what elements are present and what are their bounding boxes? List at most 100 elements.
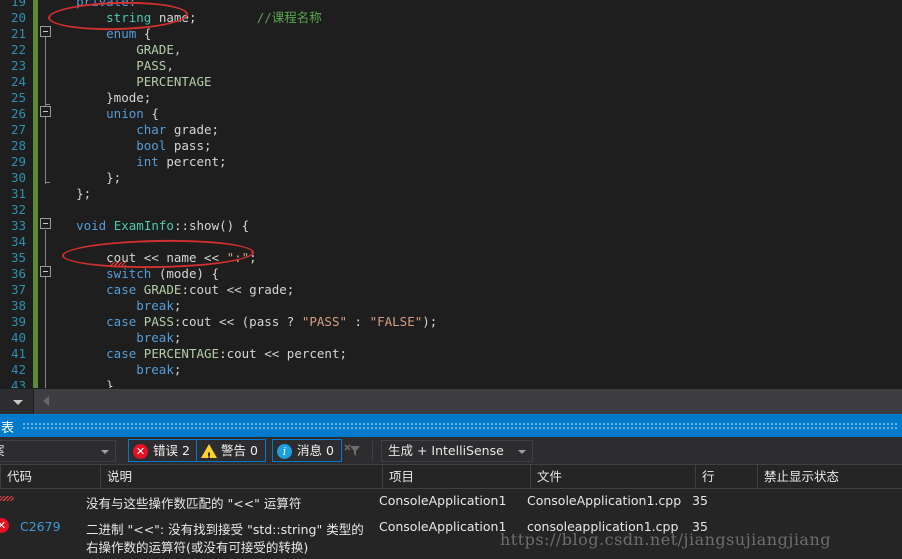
- column-header-file[interactable]: 文件: [530, 465, 695, 488]
- code-token: break: [136, 330, 174, 345]
- scrollbar-dropdown-button[interactable]: [0, 389, 34, 414]
- code-line[interactable]: 26 union {: [0, 106, 902, 122]
- code-token: }mode;: [106, 90, 152, 105]
- code-line-text: break;: [136, 330, 181, 346]
- code-line[interactable]: 24 PERCENTAGE: [0, 74, 902, 90]
- cell-desc2: 右操作数的运算符(或没有可接受的转换): [86, 540, 309, 555]
- line-number: 24: [10, 74, 26, 89]
- warning-icon: [201, 444, 217, 468]
- code-line-text: case GRADE:cout << grade;: [106, 282, 294, 298]
- line-number: 28: [10, 138, 26, 153]
- code-line[interactable]: 31};: [0, 186, 902, 202]
- code-line[interactable]: 41 case PERCENTAGE:cout << percent;: [0, 346, 902, 362]
- column-header-project[interactable]: 项目: [382, 465, 530, 488]
- code-line-text: enum {: [106, 26, 151, 42]
- code-line[interactable]: 23 PASS,: [0, 58, 902, 74]
- build-intellisense-combo[interactable]: 生成 + IntelliSense: [381, 440, 533, 462]
- outline-collapse-box-show[interactable]: [40, 218, 51, 229]
- code-line[interactable]: 38 break;: [0, 298, 902, 314]
- code-token: ;: [173, 298, 182, 313]
- scrollbar-thumb[interactable]: [55, 390, 900, 402]
- code-line[interactable]: 19 private:: [0, 0, 902, 10]
- chevron-down-icon: [13, 400, 23, 405]
- error-list-header-row[interactable]: 代码 说明 项目 文件行禁止显示状态: [0, 465, 902, 489]
- line-number: 35: [10, 250, 26, 265]
- code-token: GRADE: [143, 282, 182, 297]
- info-icon: i: [277, 444, 292, 459]
- messages-filter-label: 消息 0: [297, 443, 334, 458]
- editor-horizontal-scrollbar[interactable]: [0, 388, 902, 414]
- visual-studio-window: 19 private: 20 string name; //课程名称 21 enum {2…: [0, 0, 902, 559]
- code-token: (mode) {: [151, 266, 220, 281]
- code-token: int: [136, 154, 159, 169]
- code-line[interactable]: 37 case GRADE:cout << grade;: [0, 282, 902, 298]
- code-line[interactable]: 34: [0, 234, 902, 250]
- chevron-down-icon: [101, 450, 109, 454]
- error-list-title-bar[interactable]: 表: [0, 414, 902, 437]
- column-header-suppression[interactable]: 禁止显示状态: [757, 465, 902, 488]
- code-line-text: int percent;: [136, 154, 226, 170]
- line-number: 40: [10, 330, 26, 345]
- code-token: union: [106, 106, 144, 121]
- code-editor[interactable]: 19 private: 20 string name; //课程名称 21 enum {2…: [0, 0, 902, 388]
- code-token: }: [106, 378, 114, 388]
- code-line-text: void ExamInfo::show() {: [76, 218, 249, 234]
- outline-guide-2: [45, 112, 46, 184]
- code-line[interactable]: 28 bool pass;: [0, 138, 902, 154]
- scope-filter-combo[interactable]: 决方案: [0, 440, 116, 462]
- code-token: PERCENTAGE: [143, 346, 220, 361]
- code-line-text: }: [106, 378, 114, 388]
- code-line-text: case PASS:cout << (pass ? "PASS" : "FALS…: [106, 314, 437, 330]
- code-line[interactable]: 33 void ExamInfo::show() {: [0, 218, 902, 234]
- errors-filter-button[interactable]: ✕ 错误 2: [128, 439, 198, 462]
- code-token: switch: [106, 266, 152, 281]
- warnings-filter-button[interactable]: 警告 0: [196, 439, 266, 468]
- code-token: PASS,: [136, 58, 174, 73]
- scroll-left-arrow-icon[interactable]: [40, 389, 54, 414]
- column-header-code[interactable]: 代码: [0, 465, 100, 488]
- code-line[interactable]: 20 string name; //课程名称: [0, 10, 902, 26]
- messages-filter-button[interactable]: i 消息 0: [272, 439, 342, 462]
- code-line[interactable]: 29 int percent;: [0, 154, 902, 170]
- code-line[interactable]: 21 enum {: [0, 26, 902, 42]
- outline-collapse-box-union[interactable]: [40, 106, 51, 117]
- build-intellisense-label: 生成 + IntelliSense: [388, 443, 504, 458]
- panel-title-text: 表: [1, 421, 15, 436]
- code-line[interactable]: 36 switch (mode) {: [0, 266, 902, 282]
- table-row[interactable]: 没有与这些操作数匹配的 "<<" 运算符 ConsoleApplication1 C…: [0, 489, 902, 515]
- outline-collapse-box-switch[interactable]: [40, 266, 51, 277]
- code-line[interactable]: 30};: [0, 170, 902, 186]
- column-header-desc[interactable]: 说明: [100, 465, 382, 488]
- code-token: ExamInfo: [113, 218, 174, 233]
- code-line[interactable]: 25}mode;: [0, 90, 902, 106]
- code-token: percent;: [158, 154, 227, 169]
- code-line[interactable]: 40 break;: [0, 330, 902, 346]
- code-token: :cout << (pass ?: [173, 314, 302, 329]
- line-number: 26: [10, 106, 26, 121]
- line-number: 32: [10, 202, 26, 217]
- code-line[interactable]: 27 char grade;: [0, 122, 902, 138]
- code-token: PERCENTAGE: [136, 74, 212, 89]
- code-token: string: [106, 10, 152, 25]
- code-token: :cout << grade;: [181, 282, 295, 297]
- code-line[interactable]: 35 cout << name << ":";: [0, 250, 902, 266]
- error-icon: ✕: [133, 444, 148, 459]
- code-token: break: [136, 362, 174, 377]
- line-number: 19: [10, 0, 26, 9]
- code-token: "FALSE": [369, 314, 423, 329]
- code-line[interactable]: 32: [0, 202, 902, 218]
- code-line[interactable]: 39 case PASS:cout << (pass ? "PASS" : "FA…: [0, 314, 902, 330]
- code-line[interactable]: 43}: [0, 378, 902, 388]
- outline-collapse-box-enum[interactable]: [40, 26, 51, 37]
- error-squiggle-icon: [0, 496, 14, 501]
- code-line[interactable]: 42 break;: [0, 362, 902, 378]
- code-token: //课程名称: [256, 10, 322, 25]
- code-token: enum: [106, 26, 137, 41]
- line-number: 31: [10, 186, 26, 201]
- code-line[interactable]: 22 GRADE,: [0, 42, 902, 58]
- error-list-toolbar[interactable]: 决方案 ✕ 错误 2 警告 0 i 消息 0: [0, 437, 902, 468]
- clear-filter-icon[interactable]: [344, 443, 364, 459]
- column-header-line[interactable]: 行: [695, 465, 757, 488]
- code-line-text: bool pass;: [136, 138, 211, 154]
